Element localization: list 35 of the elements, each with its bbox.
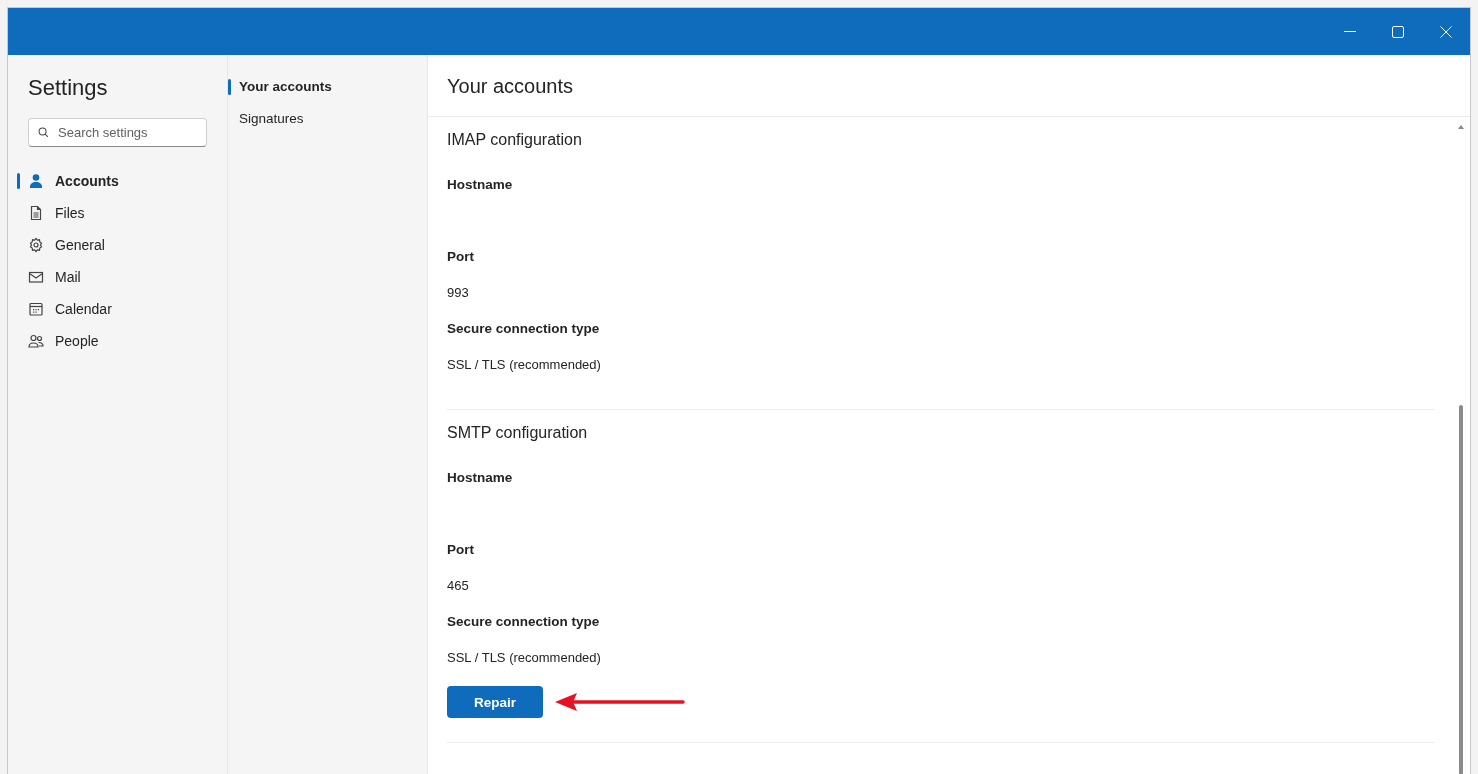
field-value: SSL / TLS (recommended) (447, 650, 602, 667)
sidebar-item[interactable]: People (8, 325, 227, 357)
document-icon (28, 205, 44, 221)
calendar-icon (28, 301, 44, 317)
field-label: Secure connection type (447, 321, 601, 338)
maximize-icon (1392, 25, 1404, 38)
repair-button[interactable]: Repair (447, 686, 543, 718)
mail-icon (28, 269, 44, 285)
field-label: Secure connection type (447, 614, 601, 631)
sidebar-item[interactable]: Calendar (8, 293, 227, 325)
field-value: SSL / TLS (recommended) (447, 357, 602, 374)
field-label: Port (447, 542, 475, 559)
sidebar-item[interactable]: Mail (8, 261, 227, 293)
scrollbar[interactable] (1458, 125, 1464, 774)
field-label: Hostname (447, 177, 514, 194)
field-label: Port (447, 249, 475, 266)
scroll-up-icon[interactable] (1458, 125, 1464, 129)
subnav-item[interactable]: Signatures (228, 108, 427, 140)
settings-title: Settings (28, 75, 109, 102)
sidebar-item[interactable]: General (8, 229, 227, 261)
section-title: IMAP configuration (447, 131, 583, 150)
field-label: Hostname (447, 470, 514, 487)
sidebar-item[interactable]: Files (8, 197, 227, 229)
person-icon (28, 173, 44, 189)
page-title: Your accounts (428, 55, 1470, 117)
settings-icon (28, 237, 44, 253)
field-value: 465 (447, 578, 470, 595)
section-title: SMTP configuration (447, 424, 589, 443)
sidebar-item[interactable]: Accounts (8, 165, 227, 197)
people-icon (28, 333, 44, 349)
minimize-icon (1344, 31, 1356, 32)
field-value: 993 (447, 285, 470, 302)
subnav-item[interactable]: Your accounts (228, 76, 427, 108)
search-field[interactable]: Search settings (28, 118, 207, 147)
close-icon (1440, 25, 1452, 38)
